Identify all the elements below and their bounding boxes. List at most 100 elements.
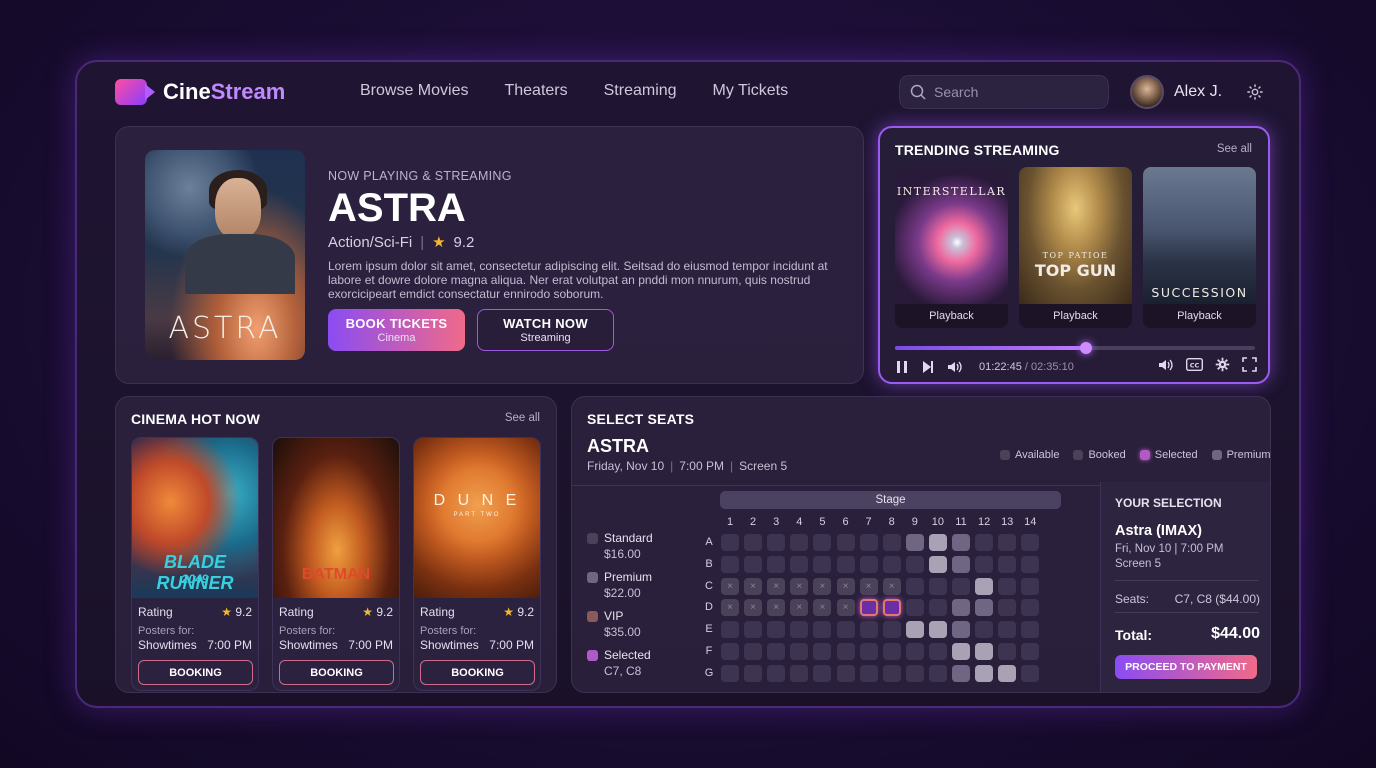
captions-icon[interactable]: CC: [1185, 357, 1204, 376]
seat-D5[interactable]: ×: [813, 599, 832, 617]
fullscreen-icon[interactable]: [1242, 357, 1257, 377]
seat-F13[interactable]: [998, 643, 1017, 660]
seat-A10[interactable]: [928, 534, 947, 551]
watch-now-button[interactable]: WATCH NOW Streaming: [477, 309, 614, 351]
seat-A3[interactable]: [767, 534, 786, 551]
seat-A14[interactable]: [1021, 534, 1040, 551]
seat-G11[interactable]: [952, 664, 970, 682]
seat-A6[interactable]: [836, 534, 855, 551]
seat-E11[interactable]: [952, 621, 970, 639]
volume-icon[interactable]: [947, 360, 963, 374]
seat-G10[interactable]: [928, 664, 947, 682]
seat-B1[interactable]: [721, 555, 739, 573]
seat-A4[interactable]: [790, 534, 809, 551]
seat-F12[interactable]: [975, 643, 994, 660]
seat-G9[interactable]: [905, 664, 924, 682]
seat-B7[interactable]: [859, 555, 878, 573]
seat-B10[interactable]: [928, 555, 947, 573]
playback-progress[interactable]: [895, 342, 1255, 354]
seat-C10[interactable]: [928, 577, 947, 595]
seat-D7[interactable]: [859, 599, 878, 617]
seat-E2[interactable]: [744, 621, 763, 639]
seat-G5[interactable]: [813, 664, 832, 682]
seat-A7[interactable]: [859, 534, 878, 551]
seat-F2[interactable]: [744, 643, 763, 660]
seat-E13[interactable]: [998, 621, 1017, 639]
seat-F7[interactable]: [859, 643, 878, 660]
seat-B11[interactable]: [952, 555, 970, 573]
hero-poster[interactable]: ASTRA: [145, 150, 305, 360]
seat-C8[interactable]: ×: [882, 577, 901, 595]
cinema-see-all[interactable]: See all: [505, 412, 540, 424]
seat-C6[interactable]: ×: [836, 577, 855, 595]
gear-icon[interactable]: [1215, 357, 1230, 377]
logo[interactable]: CineStream: [115, 79, 285, 105]
seat-C14[interactable]: [1021, 577, 1040, 595]
seat-F10[interactable]: [928, 643, 947, 660]
seat-E9[interactable]: [905, 621, 924, 639]
seat-G14[interactable]: [1021, 664, 1040, 682]
seat-E3[interactable]: [767, 621, 786, 639]
seat-E1[interactable]: [721, 621, 739, 639]
seat-C12[interactable]: [975, 577, 994, 595]
seat-D9[interactable]: [905, 599, 924, 617]
nav-theaters[interactable]: Theaters: [504, 82, 567, 100]
seat-D6[interactable]: ×: [836, 599, 855, 617]
seat-G6[interactable]: [836, 664, 855, 682]
seat-E14[interactable]: [1021, 621, 1040, 639]
seat-C2[interactable]: ×: [744, 577, 763, 595]
seat-C1[interactable]: ×: [721, 577, 739, 595]
seat-C11[interactable]: [952, 577, 970, 595]
seat-E10[interactable]: [928, 621, 947, 639]
seat-E6[interactable]: [836, 621, 855, 639]
nav-my-tickets[interactable]: My Tickets: [713, 82, 789, 100]
seat-C13[interactable]: [998, 577, 1017, 595]
seat-C5[interactable]: ×: [813, 577, 832, 595]
seat-B9[interactable]: [905, 555, 924, 573]
movie-card-batman[interactable]: BATMAN Rating ★ 9.2 Posters for: Showtime…: [272, 437, 400, 691]
search-input[interactable]: [934, 84, 1094, 100]
booking-button[interactable]: BOOKING: [420, 660, 535, 685]
gear-icon[interactable]: [1246, 83, 1264, 101]
trending-item-succession[interactable]: SUCCESSION Playback: [1143, 167, 1256, 328]
seat-C7[interactable]: ×: [859, 577, 878, 595]
search-box[interactable]: [899, 75, 1109, 109]
seat-B2[interactable]: [744, 555, 763, 573]
seat-G2[interactable]: [744, 664, 763, 682]
seat-F6[interactable]: [836, 643, 855, 660]
seat-B4[interactable]: [790, 555, 809, 573]
showtime[interactable]: 7:00 PM: [207, 638, 252, 652]
seat-D11[interactable]: [952, 599, 970, 617]
seat-B6[interactable]: [836, 555, 855, 573]
seat-D13[interactable]: [998, 599, 1017, 617]
nav-browse-movies[interactable]: Browse Movies: [360, 82, 468, 100]
book-tickets-button[interactable]: BOOK TICKETS Cinema: [328, 309, 465, 351]
seat-G8[interactable]: [882, 664, 901, 682]
seat-G12[interactable]: [975, 664, 994, 682]
seat-B3[interactable]: [767, 555, 786, 573]
seat-A8[interactable]: [882, 534, 901, 551]
seat-G3[interactable]: [767, 664, 786, 682]
seat-B5[interactable]: [813, 555, 832, 573]
seat-F11[interactable]: [952, 643, 970, 660]
seat-D2[interactable]: ×: [744, 599, 763, 617]
seat-E4[interactable]: [790, 621, 809, 639]
seat-B13[interactable]: [998, 555, 1017, 573]
seat-D3[interactable]: ×: [767, 599, 786, 617]
showtime[interactable]: 7:00 PM: [348, 638, 393, 652]
seat-F5[interactable]: [813, 643, 832, 660]
seat-G13[interactable]: [998, 664, 1017, 682]
seat-E12[interactable]: [975, 621, 994, 639]
seat-A9[interactable]: [905, 534, 924, 551]
seat-E5[interactable]: [813, 621, 832, 639]
movie-card-blade-runner[interactable]: BLADE RUNNER 2049 Rating ★ 9.2 Posters fo…: [131, 437, 259, 691]
trending-item-interstellar[interactable]: INTERSTELLAR Playback: [895, 167, 1008, 328]
proceed-to-payment-button[interactable]: PROCEED TO PAYMENT: [1115, 655, 1257, 679]
seat-C3[interactable]: ×: [767, 577, 786, 595]
seat-A13[interactable]: [998, 534, 1017, 551]
trending-see-all[interactable]: See all: [1217, 143, 1252, 155]
seat-D14[interactable]: [1021, 599, 1040, 617]
seat-F4[interactable]: [790, 643, 809, 660]
seat-F8[interactable]: [882, 643, 901, 660]
volume-icon[interactable]: [1158, 358, 1174, 377]
